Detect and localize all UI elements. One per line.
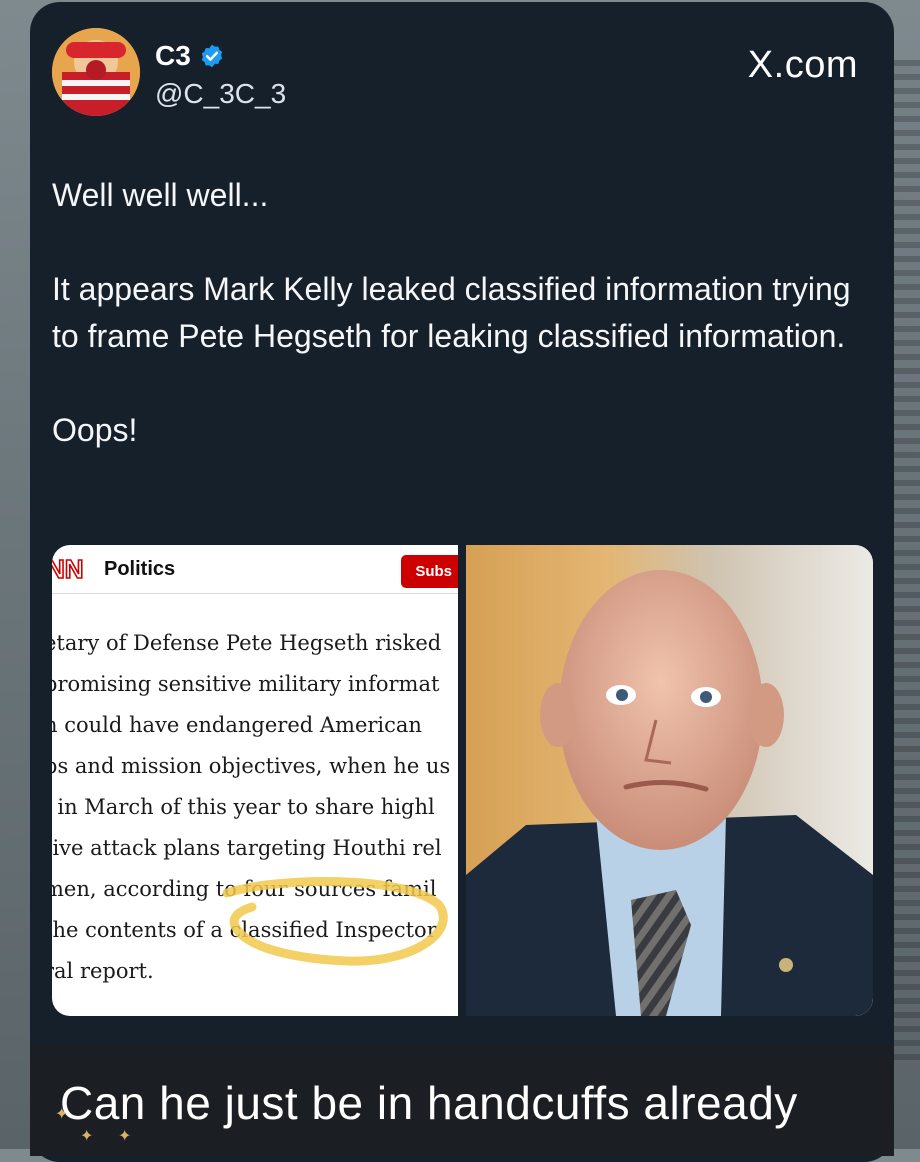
brand-label: X.com — [747, 44, 858, 86]
tweet-line: It appears Mark Kelly leaked classified … — [52, 271, 851, 354]
tweet-text: Well well well... It appears Mark Kelly … — [52, 172, 852, 454]
display-name[interactable]: C3 — [155, 40, 191, 72]
verified-badge-icon — [201, 44, 222, 68]
article-header: NN Politics Subs — [52, 545, 458, 594]
article-line: tive attack plans targeting Houthi rel — [52, 836, 442, 860]
tweet-card: C3 @C_3C_3 X.com Well well well... It ap… — [30, 2, 894, 1162]
article-line: etary of Defense Pete Hegseth risked — [52, 631, 442, 655]
article-line: h could have endangered American — [52, 713, 422, 737]
portrait-photo[interactable] — [466, 545, 873, 1016]
article-body: etary of Defense Pete Hegseth risked pro… — [52, 623, 458, 992]
sparkle-icon: ✦ — [118, 1128, 132, 1145]
avatar[interactable] — [52, 28, 140, 116]
svg-text:NN: NN — [52, 554, 84, 584]
tweet-line: Oops! — [52, 412, 138, 448]
article-line: ps and mission objectives, when he us — [52, 754, 451, 778]
tweet-media[interactable]: NN Politics Subs etary of Defense Pete H… — [52, 545, 873, 1016]
article-line: the contents of a classified Inspector — [52, 918, 437, 942]
article-line: men, according to four sources famil — [52, 877, 437, 901]
user-handle[interactable]: @C_3C_3 — [155, 78, 286, 110]
article-line: l in March of this year to share highl — [52, 795, 435, 819]
article-line: ral report. — [52, 959, 154, 983]
cnn-logo-icon: NN — [52, 554, 94, 584]
section-label: Politics — [104, 557, 176, 580]
sparkle-icon: ✦ — [80, 1128, 94, 1145]
caption-text: Can he just be in handcuffs already — [60, 1077, 798, 1129]
caption-bar: Can he just be in handcuffs already ✦ ✦ … — [30, 1046, 894, 1156]
subscribe-button[interactable]: Subs — [401, 555, 458, 588]
sparkle-icon: ✦ — [55, 1106, 69, 1123]
tweet-line: Well well well... — [52, 177, 269, 213]
article-line: promising sensitive military informat — [52, 672, 440, 696]
article-screenshot[interactable]: NN Politics Subs etary of Defense Pete H… — [52, 545, 458, 1016]
